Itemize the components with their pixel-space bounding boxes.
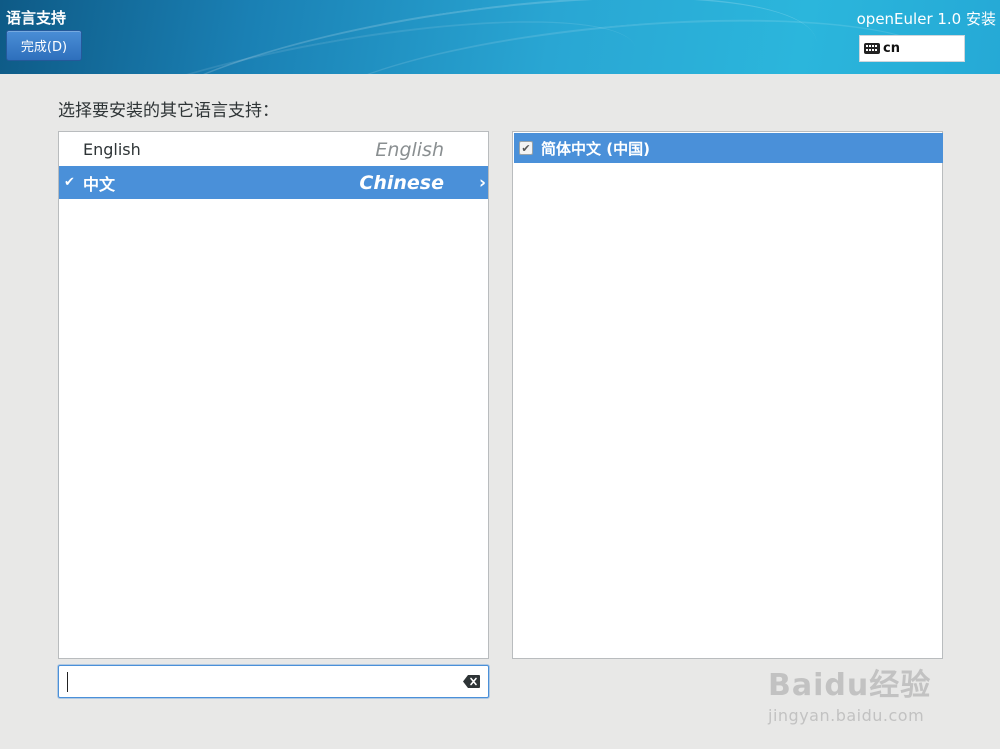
done-button[interactable]: 完成(D): [6, 30, 82, 61]
checkbox-checked-icon[interactable]: ✔: [519, 141, 533, 155]
language-native-name: 中文: [83, 174, 116, 194]
clear-text-icon[interactable]: [463, 675, 480, 688]
language-list: English English ✔ 中文 Chinese ›: [58, 131, 489, 659]
watermark-url: jingyan.baidu.com: [768, 706, 925, 725]
language-search-box[interactable]: [58, 665, 489, 698]
keyboard-icon: [864, 43, 880, 54]
language-native-name: English: [83, 140, 141, 159]
language-row-english[interactable]: English English: [59, 133, 488, 166]
header-banner: 语言支持 完成(D) openEuler 1.0 安装 cn: [0, 0, 1000, 74]
language-row-chinese[interactable]: ✔ 中文 Chinese ›: [59, 166, 488, 199]
product-title: openEuler 1.0 安装: [856, 10, 996, 28]
chevron-right-icon: ›: [478, 172, 486, 193]
checkmark-icon: ✔: [64, 175, 75, 190]
locale-row-zh-cn[interactable]: ✔ 简体中文 (中国): [514, 133, 943, 163]
language-english-name: Chinese: [359, 171, 444, 194]
language-english-name: English: [375, 138, 444, 161]
keyboard-layout-indicator[interactable]: cn: [859, 35, 965, 62]
text-cursor: [67, 672, 68, 692]
keyboard-layout-label: cn: [883, 41, 900, 56]
baidu-watermark: Baidu经验 jingyan.baidu.com: [768, 660, 931, 725]
spoke-title: 语言支持: [6, 9, 67, 27]
locale-label: 简体中文 (中国): [541, 139, 650, 158]
instruction-label: 选择要安装的其它语言支持：: [58, 101, 279, 121]
locale-list: ✔ 简体中文 (中国): [512, 131, 943, 659]
watermark-brand: Baidu经验: [768, 668, 932, 703]
language-search-input[interactable]: [67, 671, 447, 693]
